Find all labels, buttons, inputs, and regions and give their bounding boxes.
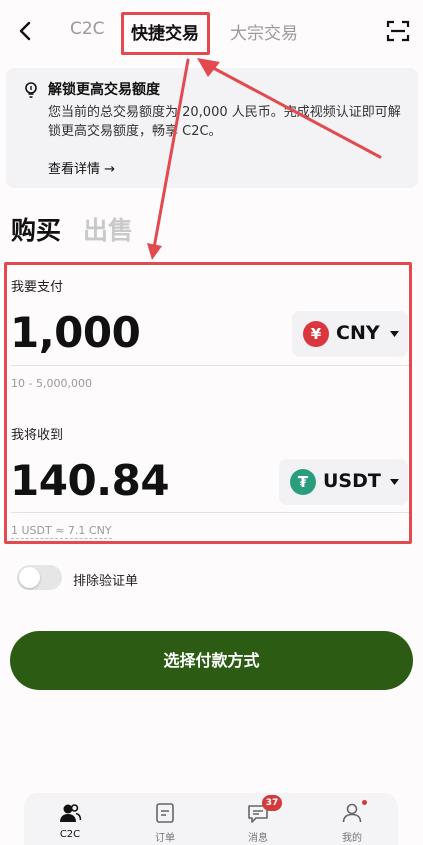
pay-currency-select[interactable]: ¥ CNY [292, 311, 408, 357]
bottom-nav: C2C 订单 37 消息 我的 [24, 793, 398, 845]
message-count-badge: 37 [262, 795, 282, 811]
scan-icon[interactable] [386, 20, 410, 42]
notification-dot [362, 800, 367, 805]
top-bar: C2C 快捷交易 大宗交易 [0, 0, 423, 62]
receive-currency-select[interactable]: ₮ USDT [279, 459, 408, 505]
nav-label: 消息 [248, 833, 268, 844]
usdt-coin-icon: ₮ [290, 469, 316, 495]
nav-item-messages[interactable]: 37 消息 [228, 793, 288, 845]
lightbulb-icon [25, 82, 37, 98]
receive-amount-input[interactable]: 140.84 [10, 456, 170, 505]
nav-label: C2C [59, 829, 81, 840]
chevron-down-icon [390, 479, 399, 485]
buy-tab[interactable]: 购买 [11, 211, 61, 247]
chevron-down-icon [390, 331, 399, 337]
nav-item-profile[interactable]: 我的 [322, 793, 382, 845]
profile-icon [342, 803, 362, 823]
document-icon [156, 803, 174, 823]
users-icon [60, 804, 82, 822]
nav-label: 订单 [155, 833, 175, 844]
exchange-rate-text[interactable]: 1 USDT ≈ 7.1 CNY [11, 524, 112, 539]
cny-coin-icon: ¥ [303, 321, 329, 347]
notice-card: 解锁更高交易额度 您当前的总交易额度为 20,000 人民币。完成视频认证即可解… [6, 68, 418, 188]
notice-body: 您当前的总交易额度为 20,000 人民币。完成视频认证即可解锁更高交易额度，畅… [48, 105, 401, 139]
exclude-verified-toggle[interactable] [17, 565, 62, 590]
tab-c2c[interactable]: C2C [70, 19, 105, 39]
toggle-knob [19, 567, 40, 588]
nav-label: 我的 [342, 833, 362, 844]
select-payment-method-button[interactable]: 选择付款方式 [10, 631, 413, 690]
nav-item-orders[interactable]: 订单 [135, 793, 195, 845]
view-details-link[interactable]: 查看详情 → [48, 158, 115, 177]
divider [11, 512, 409, 513]
exclude-verified-label: 排除验证单 [73, 574, 139, 589]
pay-amount-input[interactable]: 1,000 [10, 308, 141, 357]
receive-currency-code: USDT [323, 470, 381, 492]
nav-item-c2c[interactable]: C2C [40, 793, 100, 845]
sell-tab[interactable]: 出售 [83, 211, 133, 247]
tab-bulk-trade[interactable]: 大宗交易 [230, 19, 298, 44]
arrowhead-icon [147, 243, 162, 260]
receive-label: 我将收到 [11, 428, 64, 443]
notice-title: 解锁更高交易额度 [48, 82, 160, 98]
tab-quick-trade[interactable]: 快捷交易 [131, 19, 199, 44]
exchange-rate: 1 USDT ≈ 7.1 CNY [11, 524, 112, 539]
pay-currency-code: CNY [336, 322, 380, 344]
pay-range: 10 - 5,000,000 [11, 377, 92, 390]
pay-label: 我要支付 [11, 280, 64, 295]
divider [11, 365, 409, 366]
back-icon[interactable] [14, 18, 36, 44]
